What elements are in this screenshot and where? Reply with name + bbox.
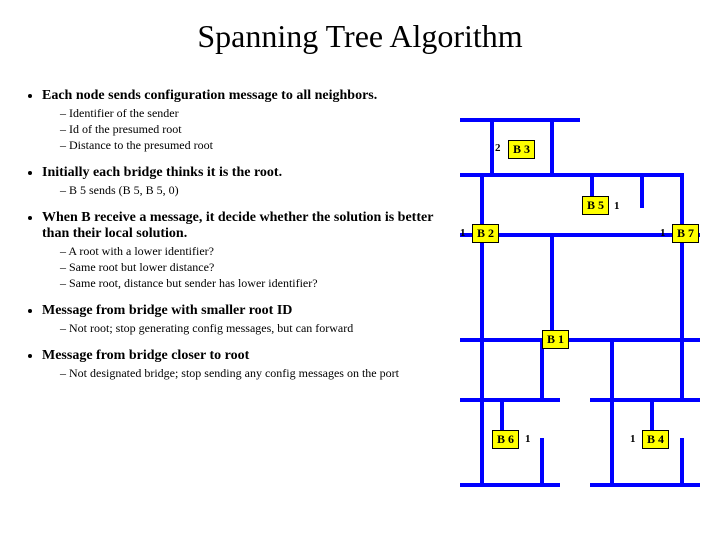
link: [480, 438, 484, 483]
bullet-3-sub-1: A root with a lower identifier?: [60, 244, 440, 259]
bridge-node-b3: B 3: [508, 140, 535, 159]
bullet-4-text: Message from bridge with smaller root ID: [42, 303, 292, 318]
link: [680, 438, 684, 483]
link: [610, 438, 614, 483]
port-label: 1: [525, 433, 531, 445]
lan-segment: [460, 118, 580, 122]
link: [550, 118, 554, 173]
link: [550, 233, 554, 338]
bridge-node-b5: B 5: [582, 196, 609, 215]
port-label: 1: [660, 227, 666, 239]
bridge-node-b2: B 2: [472, 224, 499, 243]
bullet-5-text: Message from bridge closer to root: [42, 348, 249, 363]
bridge-node-b6: B 6: [492, 430, 519, 449]
bullet-1-sub-1: Identifier of the sender: [60, 106, 440, 121]
bridge-node-b7: B 7: [672, 224, 699, 243]
lan-segment: [590, 398, 700, 402]
link: [680, 233, 684, 338]
bullet-3-sub-3: Same root, distance but sender has lower…: [60, 276, 440, 291]
lan-segment: [590, 483, 700, 487]
bullet-1-text: Each node sends configuration message to…: [42, 88, 377, 103]
link: [490, 118, 494, 173]
bullet-3: When B receive a message, it decide whet…: [42, 210, 440, 291]
bullet-1-sub-3: Distance to the presumed root: [60, 138, 440, 153]
bullet-content: Each node sends configuration message to…: [20, 88, 440, 393]
port-label: 1: [460, 227, 466, 239]
bridge-node-b4: B 4: [642, 430, 669, 449]
link: [480, 338, 484, 438]
port-label: 2: [495, 142, 501, 154]
bullet-2: Initially each bridge thinks it is the r…: [42, 165, 440, 198]
lan-segment: [460, 338, 700, 342]
port-label: 1: [630, 433, 636, 445]
bridge-node-b1: B 1: [542, 330, 569, 349]
bullet-1-sub-2: Id of the presumed root: [60, 122, 440, 137]
bullet-5-sub-1: Not designated bridge; stop sending any …: [60, 366, 440, 381]
lan-segment: [460, 398, 560, 402]
bullet-2-sub-1: B 5 sends (B 5, B 5, 0): [60, 183, 440, 198]
slide-title: Spanning Tree Algorithm: [0, 18, 720, 55]
link: [640, 173, 644, 208]
bullet-4: Message from bridge with smaller root ID…: [42, 303, 440, 336]
bullet-1: Each node sends configuration message to…: [42, 88, 440, 153]
port-label: 1: [614, 200, 620, 212]
bullet-4-sub-1: Not root; stop generating config message…: [60, 321, 440, 336]
bullet-3-sub-2: Same root but lower distance?: [60, 260, 440, 275]
bullet-5: Message from bridge closer to root Not d…: [42, 348, 440, 381]
link: [610, 338, 614, 438]
link: [480, 233, 484, 338]
link: [540, 438, 544, 483]
lan-segment: [460, 173, 680, 177]
link: [680, 338, 684, 398]
network-diagram: B 3 2 B 5 1 B 2 1 B 7 1 B 1 B 6 1 B 4 1: [440, 88, 720, 548]
bullet-3-text: When B receive a message, it decide whet…: [42, 210, 433, 241]
lan-segment: [460, 483, 560, 487]
bullet-2-text: Initially each bridge thinks it is the r…: [42, 165, 282, 180]
